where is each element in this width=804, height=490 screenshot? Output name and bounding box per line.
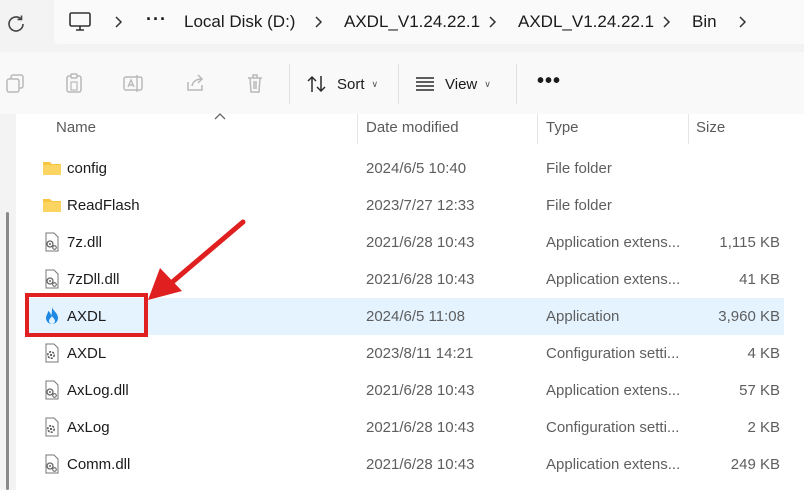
chevron-right-icon[interactable] xyxy=(660,14,674,30)
file-type: File folder xyxy=(546,160,612,177)
column-header: Name Date modified Type Size xyxy=(16,113,804,144)
view-list-icon xyxy=(416,77,434,91)
file-date: 2023/7/27 12:33 xyxy=(366,197,475,214)
file-date: 2021/6/28 10:43 xyxy=(366,456,475,473)
config-file-icon xyxy=(42,343,62,363)
folder-icon xyxy=(42,195,62,215)
file-date: 2024/6/5 10:40 xyxy=(366,160,467,177)
file-name: 7z.dll xyxy=(67,234,103,251)
file-name: 7zDll.dll xyxy=(67,271,120,288)
more-options-button[interactable]: ••• xyxy=(537,71,561,91)
file-date: 2023/8/11 14:21 xyxy=(366,345,474,362)
file-row[interactable]: AxLog 2021/6/28 10:43 Configuration sett… xyxy=(26,409,784,446)
file-date: 2021/6/28 10:43 xyxy=(366,419,475,436)
file-size: 41 KB xyxy=(739,271,780,288)
file-type: Application extens... xyxy=(546,456,681,473)
this-pc-icon[interactable] xyxy=(68,11,92,33)
column-divider[interactable] xyxy=(357,114,358,144)
scrollbar-thumb[interactable] xyxy=(6,212,9,490)
file-type: Application extens... xyxy=(546,271,681,288)
dll-file-icon xyxy=(42,232,62,252)
chevron-right-icon[interactable] xyxy=(112,14,126,30)
file-size: 249 KB xyxy=(730,456,780,473)
file-name: AxLog xyxy=(67,419,110,436)
sort-button[interactable]: Sort ∨ xyxy=(306,72,378,96)
sort-label: Sort xyxy=(337,75,365,93)
paste-icon[interactable] xyxy=(63,72,85,94)
column-divider[interactable] xyxy=(688,114,689,144)
file-date: 2021/6/28 10:43 xyxy=(366,234,475,251)
dll-file-icon xyxy=(42,269,62,289)
chevron-right-icon[interactable] xyxy=(736,14,750,30)
breadcrumb-bin[interactable]: Bin xyxy=(692,12,717,32)
address-bar-area: ··· Local Disk (D:) AXDL_V1.24.22.1 AXDL… xyxy=(0,0,804,52)
file-type: Application xyxy=(546,308,620,325)
rename-icon[interactable] xyxy=(122,72,144,94)
file-name: AXDL xyxy=(67,345,107,362)
dll-file-icon xyxy=(42,454,62,474)
scrollbar-track[interactable] xyxy=(0,114,16,490)
sort-ascending-icon xyxy=(214,113,226,120)
column-divider[interactable] xyxy=(537,114,538,144)
column-type[interactable]: Type xyxy=(546,119,579,136)
chevron-down-icon: ∨ xyxy=(484,78,491,89)
breadcrumb-axdl-folder[interactable]: AXDL_V1.24.22.1 xyxy=(344,12,480,32)
file-type: Configuration setti... xyxy=(546,345,680,362)
refresh-icon[interactable] xyxy=(4,12,28,36)
file-date: 2021/6/28 10:43 xyxy=(366,271,475,288)
config-file-icon xyxy=(42,417,62,437)
file-name: config xyxy=(67,160,108,177)
toolbar-divider xyxy=(516,64,517,104)
file-row[interactable]: config 2024/6/5 10:40 File folder xyxy=(26,150,784,187)
file-row[interactable]: 7z.dll 2021/6/28 10:43 Application exten… xyxy=(26,224,784,261)
file-size: 4 KB xyxy=(747,345,780,362)
breadcrumb-overflow[interactable]: ··· xyxy=(146,9,167,30)
file-type: Application extens... xyxy=(546,382,681,399)
file-name: AxLog.dll xyxy=(67,382,129,399)
sort-arrows-icon xyxy=(307,75,326,93)
view-button[interactable]: View ∨ xyxy=(414,72,491,96)
annotation-highlight-box xyxy=(25,293,148,337)
chevron-down-icon: ∨ xyxy=(371,78,379,89)
dll-file-icon xyxy=(42,380,62,400)
file-size: 3,960 KB xyxy=(718,308,780,325)
file-size: 2 KB xyxy=(747,419,780,436)
file-name: ReadFlash xyxy=(67,197,140,214)
column-date-modified[interactable]: Date modified xyxy=(366,119,459,136)
file-size: 1,115 KB xyxy=(719,234,780,251)
file-date: 2024/6/5 11:08 xyxy=(366,308,465,325)
breadcrumb[interactable]: ··· Local Disk (D:) AXDL_V1.24.22.1 AXDL… xyxy=(54,0,804,44)
delete-icon[interactable] xyxy=(244,72,266,94)
column-name[interactable]: Name xyxy=(56,119,96,136)
chevron-right-icon[interactable] xyxy=(312,14,326,30)
file-type: File folder xyxy=(546,197,612,214)
file-row[interactable]: ReadFlash 2023/7/27 12:33 File folder xyxy=(26,187,784,224)
file-type: Configuration setti... xyxy=(546,419,680,436)
command-bar: Sort ∨ View ∨ ••• xyxy=(0,52,804,114)
toolbar-divider xyxy=(289,64,290,104)
file-row[interactable]: Comm.dll 2021/6/28 10:43 Application ext… xyxy=(26,446,784,483)
file-size: 57 KB xyxy=(739,382,780,399)
copy-icon[interactable] xyxy=(4,72,26,94)
file-row[interactable]: AXDL 2023/8/11 14:21 Configuration setti… xyxy=(26,335,784,372)
file-type: Application extens... xyxy=(546,234,681,251)
share-icon[interactable] xyxy=(184,72,206,94)
breadcrumb-local-disk[interactable]: Local Disk (D:) xyxy=(184,12,295,32)
file-name: Comm.dll xyxy=(67,456,131,473)
file-row[interactable]: AxLog.dll 2021/6/28 10:43 Application ex… xyxy=(26,372,784,409)
folder-icon xyxy=(42,158,62,178)
chevron-right-icon[interactable] xyxy=(486,14,500,30)
breadcrumb-axdl-subfolder[interactable]: AXDL_V1.24.22.1 xyxy=(518,12,654,32)
toolbar-divider xyxy=(398,64,399,104)
view-label: View xyxy=(445,75,478,93)
column-size[interactable]: Size xyxy=(696,119,725,136)
file-date: 2021/6/28 10:43 xyxy=(366,382,475,399)
